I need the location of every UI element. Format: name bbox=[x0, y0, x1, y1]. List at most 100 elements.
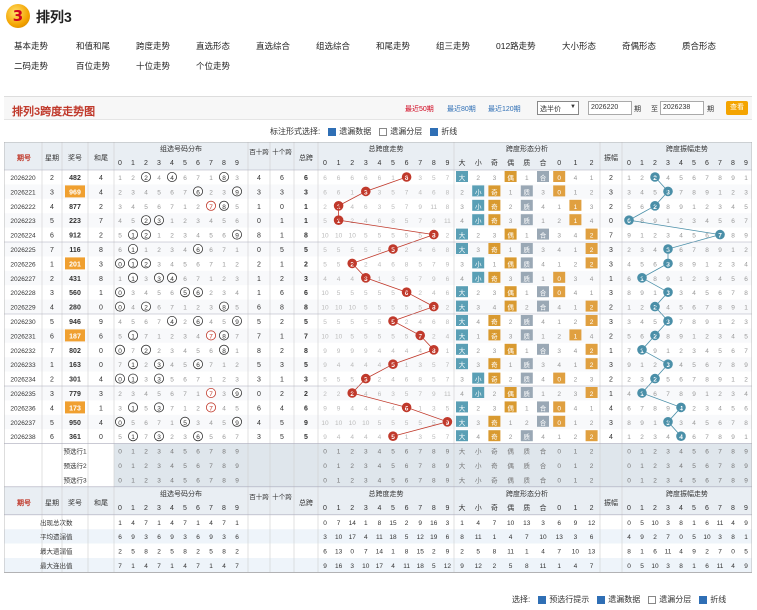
miss-value: 10 bbox=[335, 305, 343, 312]
checkbox[interactable] bbox=[430, 127, 439, 136]
total-cell: 5 bbox=[304, 362, 308, 369]
miss-value: 4 bbox=[653, 247, 657, 254]
recent-80-link[interactable]: 最近80期 bbox=[447, 104, 476, 114]
nav-link[interactable]: 直选综合 bbox=[256, 40, 290, 52]
span-digit: 9 bbox=[446, 420, 450, 427]
miss-value: 1 bbox=[718, 319, 722, 326]
miss-value: 8 bbox=[744, 420, 748, 427]
to-period-input[interactable]: 2026238 bbox=[660, 101, 704, 115]
checkbox[interactable] bbox=[328, 127, 337, 136]
week-cell: 2 bbox=[50, 175, 54, 182]
checkbox-label: 遗漏分层 bbox=[659, 595, 692, 604]
stat-value: 9 bbox=[574, 520, 578, 527]
miss-value: 6 bbox=[640, 333, 644, 340]
checkbox[interactable] bbox=[379, 127, 388, 136]
stat-value: 7 bbox=[157, 563, 161, 570]
shape-value: 大 bbox=[459, 245, 466, 254]
period-cell: 2026235 bbox=[10, 391, 36, 398]
miss-value: 3 bbox=[493, 290, 497, 297]
miss-value: 7 bbox=[679, 319, 683, 326]
miss-value: 7 bbox=[196, 175, 200, 182]
col-sumtail: 和尾 bbox=[94, 153, 108, 162]
nav-link[interactable]: 012路走势 bbox=[496, 40, 536, 52]
stat-value: 12 bbox=[444, 563, 452, 570]
col-total: 总跨 bbox=[299, 498, 313, 507]
week-cell: 3 bbox=[50, 391, 54, 398]
miss-value: 9 bbox=[692, 391, 696, 398]
miss-value: 9 bbox=[692, 261, 696, 268]
miss-value: 3 bbox=[705, 405, 709, 412]
nav-link[interactable]: 组三走势 bbox=[436, 40, 470, 52]
nav-link[interactable]: 基本走势 bbox=[14, 40, 48, 52]
nav-link[interactable]: 大小形态 bbox=[562, 40, 596, 52]
miss-value: 1 bbox=[666, 218, 670, 225]
shape-value: 偶 bbox=[507, 303, 514, 312]
query-button[interactable]: 查看 bbox=[726, 101, 748, 115]
miss-value: 5 bbox=[337, 319, 341, 326]
shape-value: 合 bbox=[540, 346, 547, 355]
miss-value: 8 bbox=[692, 319, 696, 326]
options-label: 标注形式选择: bbox=[270, 127, 321, 136]
miss-value: 5 bbox=[432, 377, 436, 384]
miss-value: 4 bbox=[590, 333, 594, 340]
period-select[interactable]: 选半价 ▼ bbox=[537, 101, 579, 115]
digit-header: 9 bbox=[744, 505, 748, 512]
miss-value: 6 bbox=[446, 290, 450, 297]
nav-link[interactable]: 和值和尾 bbox=[76, 40, 110, 52]
miss-value: 5 bbox=[118, 434, 122, 441]
tg-cell: 1 bbox=[280, 233, 284, 240]
miss-value: 7 bbox=[705, 434, 709, 441]
miss-value: 4 bbox=[557, 247, 561, 254]
nav-link[interactable]: 二码走势 bbox=[14, 60, 48, 72]
miss-value: 7 bbox=[170, 305, 174, 312]
digit-header: 0 bbox=[118, 505, 122, 512]
miss-value: 9 bbox=[418, 204, 422, 211]
nav-link[interactable]: 直选形态 bbox=[196, 40, 230, 52]
checkbox[interactable] bbox=[699, 595, 708, 604]
preview-digit: 9 bbox=[744, 449, 748, 456]
nav-link[interactable]: 个位走势 bbox=[196, 60, 230, 72]
nav-link[interactable]: 百位走势 bbox=[76, 60, 110, 72]
miss-value: 6 bbox=[692, 175, 696, 182]
from-period-input[interactable]: 2026220 bbox=[588, 101, 632, 115]
preview-shape: 奇 bbox=[491, 475, 498, 484]
preview-shape: 小 bbox=[475, 461, 482, 470]
checkbox[interactable] bbox=[538, 595, 547, 604]
tg-cell: 1 bbox=[280, 377, 284, 384]
shape-value: 奇 bbox=[491, 274, 498, 283]
combo-digit: 1 bbox=[131, 276, 135, 283]
miss-value: 4 bbox=[557, 362, 561, 369]
miss-value: 4 bbox=[337, 276, 341, 283]
recent-50-link[interactable]: 最近50期 bbox=[405, 104, 434, 114]
prize-cell: 946 bbox=[69, 319, 81, 326]
nav-link[interactable]: 奇偶形态 bbox=[622, 40, 656, 52]
miss-value: 3 bbox=[235, 377, 239, 384]
nav-link[interactable]: 质合形态 bbox=[682, 40, 716, 52]
nav-link[interactable]: 跨度走势 bbox=[136, 40, 170, 52]
shape-value: 小 bbox=[475, 202, 482, 211]
miss-value: 5 bbox=[405, 276, 409, 283]
miss-value: 7 bbox=[666, 391, 670, 398]
nav-link[interactable]: 组选综合 bbox=[316, 40, 350, 52]
miss-value: 1 bbox=[118, 276, 122, 283]
miss-value: 8 bbox=[718, 305, 722, 312]
miss-value: 6 bbox=[679, 247, 683, 254]
nav-link[interactable]: 十位走势 bbox=[136, 60, 170, 72]
miss-value: 7 bbox=[446, 362, 450, 369]
sumtail-cell: 4 bbox=[99, 189, 103, 196]
miss-value: 3 bbox=[590, 204, 594, 211]
miss-value: 9 bbox=[432, 391, 436, 398]
stat-value: 5 bbox=[640, 563, 644, 570]
preview-digit: 5 bbox=[183, 463, 187, 470]
stat-value: 3 bbox=[183, 534, 187, 541]
miss-value: 4 bbox=[640, 189, 644, 196]
checkbox[interactable] bbox=[648, 595, 657, 604]
checkbox[interactable] bbox=[597, 595, 606, 604]
preview-shape: 0 bbox=[557, 477, 561, 484]
recent-120-link[interactable]: 最近120期 bbox=[488, 104, 521, 114]
combo-digit: 2 bbox=[144, 175, 148, 182]
stat-value: 13 bbox=[556, 534, 564, 541]
nav-link[interactable]: 和尾走势 bbox=[376, 40, 410, 52]
stat-value: 4 bbox=[679, 549, 683, 556]
tg-cell: 6 bbox=[280, 175, 284, 182]
